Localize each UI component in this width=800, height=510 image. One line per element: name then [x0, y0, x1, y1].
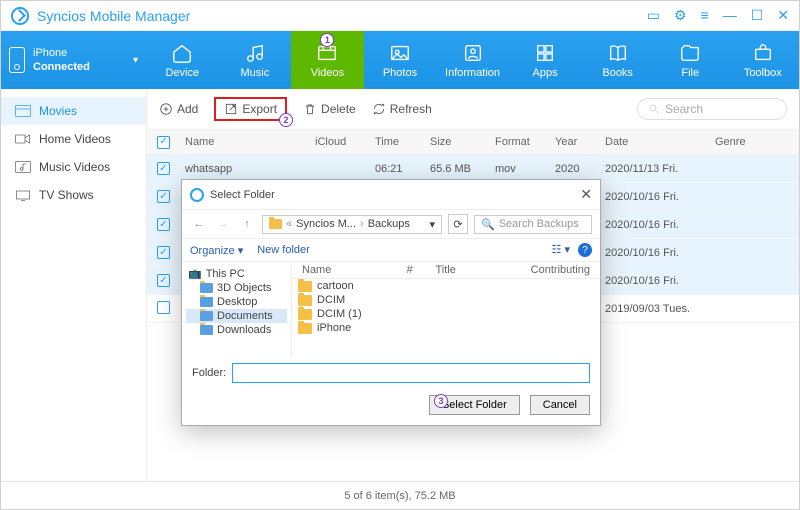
home-videos-icon [15, 133, 31, 145]
titlebar: Syncios Mobile Manager ▭ ⚙ ≡ — ☐ ✕ [1, 1, 799, 31]
tab-information[interactable]: Information [436, 31, 509, 89]
col-name[interactable]: Name [185, 136, 315, 148]
col-year[interactable]: Year [555, 136, 605, 148]
nav-back-icon[interactable]: ← [190, 215, 208, 233]
search-box[interactable]: Search [637, 98, 787, 120]
dialog-nav: ← → ↑ « Syncios M... › Backups ▾ ⟳ 🔍Sear… [182, 209, 600, 239]
device-name: iPhone [33, 46, 90, 60]
close-icon[interactable]: ✕ [777, 7, 789, 24]
nav-up-icon[interactable]: ↑ [238, 215, 256, 233]
tv-shows-icon [15, 189, 31, 201]
settings-icon[interactable]: ⚙ [674, 7, 687, 24]
row-checkbox[interactable] [157, 274, 170, 287]
folder-label: Folder: [192, 367, 226, 379]
tree-node[interactable]: Desktop [186, 295, 287, 309]
menu-icon[interactable]: ≡ [701, 7, 709, 24]
sidebar-item-home-videos[interactable]: Home Videos [1, 125, 146, 153]
folder-tree: 📺This PC3D ObjectsDesktopDocumentsDownlo… [182, 262, 292, 357]
breadcrumb[interactable]: « Syncios M... › Backups ▾ [262, 215, 442, 234]
sidebar-item-movies[interactable]: Movies [1, 97, 146, 125]
folder-input[interactable] [232, 363, 590, 383]
nav-forward-icon[interactable]: → [214, 215, 232, 233]
file-row[interactable]: cartoon [292, 279, 600, 293]
movies-icon [15, 105, 31, 117]
annotation-1: 1 [320, 33, 334, 47]
device-selector[interactable]: iPhone Connected ▾ [1, 31, 146, 89]
folder-input-row: Folder: [182, 357, 600, 389]
toolbar: Add Export 2 Delete Refresh Search [147, 89, 799, 129]
dialog-search[interactable]: 🔍Search Backups [474, 215, 592, 234]
row-checkbox[interactable] [157, 190, 170, 203]
dialog-titlebar: Select Folder ✕ [182, 180, 600, 209]
maximize-icon[interactable]: ☐ [751, 7, 764, 24]
col-icloud[interactable]: iCloud [315, 136, 375, 148]
dialog-toolbar: Organize ▾ New folder ☷ ▾ ? [182, 239, 600, 262]
dialog-title: Select Folder [210, 189, 275, 201]
col-format[interactable]: Format [495, 136, 555, 148]
folder-icon [269, 219, 282, 229]
file-list-header: Name # Title Contributing [292, 262, 600, 279]
file-row[interactable]: iPhone [292, 321, 600, 335]
annotation-2: 2 [279, 113, 293, 127]
device-status: Connected [33, 60, 90, 74]
folder-icon [298, 309, 312, 320]
tree-node[interactable]: 3D Objects [186, 281, 287, 295]
help-icon[interactable]: ? [578, 243, 592, 257]
view-mode-icon[interactable]: ☷ ▾ [552, 243, 570, 257]
col-date[interactable]: Date [605, 136, 715, 148]
select-folder-dialog: Select Folder ✕ ← → ↑ « Syncios M... › B… [181, 179, 601, 426]
sidebar-item-music-videos[interactable]: Music Videos [1, 153, 146, 181]
row-checkbox[interactable] [157, 162, 170, 175]
folder-icon [298, 295, 312, 306]
row-checkbox[interactable] [157, 301, 170, 314]
export-button[interactable]: Export 2 [214, 97, 287, 121]
cancel-button[interactable]: Cancel [530, 395, 590, 415]
minimize-icon[interactable]: — [723, 7, 737, 24]
app-logo-icon [11, 7, 29, 25]
file-list: Name # Title Contributing cartoonDCIMDCI… [292, 262, 600, 357]
tree-node[interactable]: Downloads [186, 323, 287, 337]
add-button[interactable]: Add [159, 102, 198, 116]
delete-button[interactable]: Delete [303, 102, 356, 116]
dialog-close-icon[interactable]: ✕ [580, 186, 592, 203]
status-bar: 5 of 6 item(s), 75.2 MB [1, 481, 799, 509]
feedback-icon[interactable]: ▭ [647, 7, 660, 24]
grid-header: Name iCloud Time Size Format Year Date G… [147, 129, 799, 155]
tree-node[interactable]: 📺This PC [186, 266, 287, 281]
tab-toolbox[interactable]: Toolbox [727, 31, 800, 89]
col-time[interactable]: Time [375, 136, 430, 148]
folder-icon [298, 281, 312, 292]
tab-videos[interactable]: 1 Videos [291, 31, 364, 89]
app-title: Syncios Mobile Manager [37, 8, 190, 24]
col-genre[interactable]: Genre [715, 136, 765, 148]
music-videos-icon [15, 161, 31, 173]
tab-books[interactable]: Books [581, 31, 654, 89]
row-checkbox[interactable] [157, 246, 170, 259]
nav-tabs: Device Music 1 Videos Photos Information… [146, 31, 799, 89]
dialog-logo-icon [190, 188, 204, 202]
top-nav: iPhone Connected ▾ Device Music 1 Videos… [1, 31, 799, 89]
tab-music[interactable]: Music [219, 31, 292, 89]
phone-icon [9, 47, 25, 73]
tab-apps[interactable]: Apps [509, 31, 582, 89]
tab-photos[interactable]: Photos [364, 31, 437, 89]
folder-icon [298, 323, 312, 334]
caret-down-icon: ▾ [133, 55, 138, 66]
tab-file[interactable]: File [654, 31, 727, 89]
select-all-checkbox[interactable] [157, 136, 170, 149]
window-controls: ▭ ⚙ ≡ — ☐ ✕ [647, 7, 789, 24]
sidebar: Movies Home Videos Music Videos TV Shows [1, 89, 146, 481]
refresh-button[interactable]: Refresh [372, 102, 432, 116]
file-row[interactable]: DCIM (1) [292, 307, 600, 321]
annotation-3: 3 [434, 394, 448, 408]
new-folder-button[interactable]: New folder [257, 244, 310, 256]
col-size[interactable]: Size [430, 136, 495, 148]
file-row[interactable]: DCIM [292, 293, 600, 307]
row-checkbox[interactable] [157, 218, 170, 231]
tree-node[interactable]: Documents [186, 309, 287, 323]
tab-device[interactable]: Device [146, 31, 219, 89]
nav-refresh-icon[interactable]: ⟳ [448, 214, 468, 234]
organize-menu[interactable]: Organize ▾ [190, 244, 243, 257]
sidebar-item-tv-shows[interactable]: TV Shows [1, 181, 146, 209]
